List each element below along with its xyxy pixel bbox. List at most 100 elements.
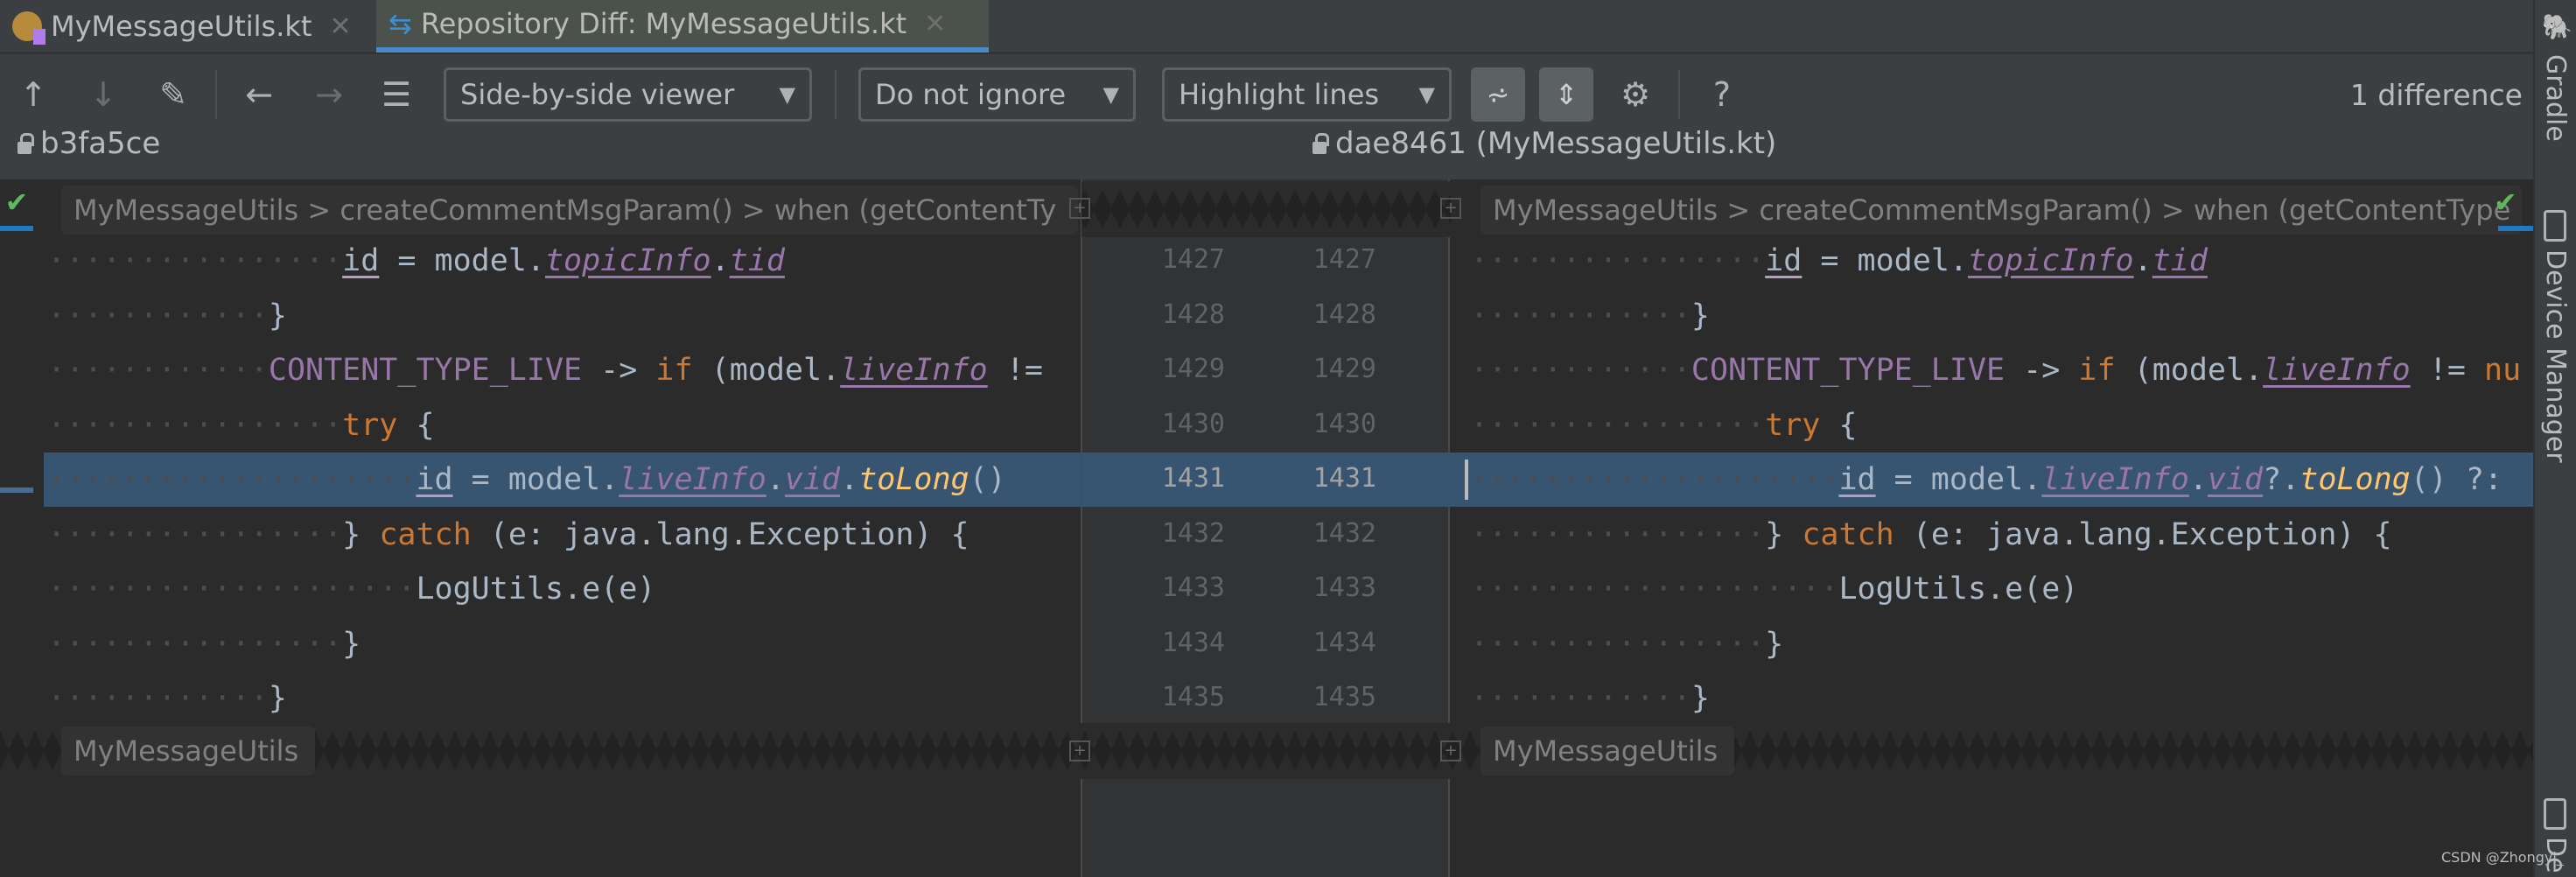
gradle-tool-window-button[interactable]: Gradle xyxy=(2540,54,2571,142)
code-token: catch xyxy=(379,516,472,552)
line-number: 1427 xyxy=(1161,244,1225,275)
next-difference-icon[interactable]: ↓ xyxy=(86,74,121,116)
right-code-line[interactable]: ············} xyxy=(1470,671,2529,726)
code-token: . xyxy=(766,462,785,497)
line-number: 1435 xyxy=(1312,682,1376,712)
left-revision-label: b3fa5ce xyxy=(40,126,161,161)
collapsed-region-separator-bottom xyxy=(0,723,2533,779)
left-revision-header: b3fa5ce xyxy=(18,126,160,161)
code-token: tid xyxy=(2152,243,2208,278)
code-token: } xyxy=(342,516,380,552)
code-token: CONTENT_TYPE_LIVE xyxy=(268,353,583,388)
whitespace-markers: ············ xyxy=(47,681,269,716)
whitespace-markers: ················ xyxy=(1470,243,1766,278)
code-token: -> xyxy=(582,353,656,388)
code-token: . xyxy=(2133,243,2152,278)
close-tab-icon[interactable]: ✕ xyxy=(924,9,946,39)
toolbar-divider xyxy=(1678,70,1680,119)
whitespace-markers: ···················· xyxy=(1470,572,1839,607)
left-code-line[interactable]: ············} xyxy=(47,671,1078,726)
whitespace-markers: ···················· xyxy=(1470,462,1839,497)
code-token: CONTENT_TYPE_LIVE xyxy=(1690,353,2006,388)
device-manager-tool-window-button[interactable]: Device Manager xyxy=(2540,249,2571,463)
left-code-line[interactable]: ···················· id = model. liveInfo.… xyxy=(47,453,1078,507)
right-code-line[interactable]: ················} xyxy=(1470,617,2529,671)
left-code-line[interactable]: ················ id = model. topicInfo. tid xyxy=(47,234,1078,288)
left-code-line[interactable]: ············ CONTENT_TYPE_LIVE -> if (mod… xyxy=(47,343,1078,397)
right-code-line[interactable]: ················} catch (e: java.lang.Ex… xyxy=(1470,508,2529,562)
help-icon[interactable]: ? xyxy=(1706,74,1738,116)
right-fold-label[interactable]: MyMessageUtils xyxy=(1480,726,1734,775)
file-list-menu-icon[interactable]: ☰ xyxy=(376,74,416,116)
viewer-mode-dropdown[interactable]: Side-by-side viewer ▼ xyxy=(444,67,812,122)
code-token: if xyxy=(2078,353,2116,388)
no-problems-check-icon: ✔ xyxy=(2494,186,2517,219)
compare-previous-file-icon[interactable]: ← xyxy=(240,74,278,116)
whitespace-markers: ················ xyxy=(1470,516,1766,552)
tab-mymessageutils[interactable]: MyMessageUtils.kt ✕ xyxy=(0,0,376,53)
code-token: LogUtils.e(e) xyxy=(1838,572,2079,607)
code-token: . xyxy=(840,462,859,497)
expand-fold-icon[interactable]: + xyxy=(1440,740,1461,761)
toolbar-divider xyxy=(215,70,217,119)
right-breadcrumb[interactable]: MyMessageUtils > createCommentMsgParam()… xyxy=(1480,186,2522,235)
left-code-line[interactable]: ············} xyxy=(47,289,1078,343)
code-token: liveInfo xyxy=(2263,353,2411,388)
left-code-line[interactable]: ················ try { xyxy=(47,398,1078,453)
right-code-line[interactable]: ················ id = model. topicInfo. tid xyxy=(1470,234,2529,288)
code-token: topicInfo xyxy=(1967,243,2134,278)
scroll-marker xyxy=(2498,226,2533,231)
expand-fold-icon[interactable]: + xyxy=(1069,198,1090,219)
lock-icon xyxy=(1312,133,1329,154)
synchronize-scrolling-toggle-icon[interactable]: ⇕ xyxy=(1539,67,1593,122)
expand-fold-icon[interactable]: + xyxy=(1069,740,1090,761)
tab-repository-diff[interactable]: ⇆ Repository Diff: MyMessageUtils.kt ✕ xyxy=(376,0,989,53)
code-token: try xyxy=(342,407,398,443)
tab-label: MyMessageUtils.kt xyxy=(51,10,312,43)
previous-difference-icon[interactable]: ↑ xyxy=(16,74,51,116)
left-code-line[interactable]: ···················· LogUtils.e(e) xyxy=(47,562,1078,616)
right-code-line[interactable]: ············ CONTENT_TYPE_LIVE -> if (mod… xyxy=(1470,343,2529,397)
code-token: tid xyxy=(729,243,785,278)
code-token: = model. xyxy=(452,462,620,497)
code-token: (model. xyxy=(692,353,841,388)
highlight-mode-dropdown[interactable]: Highlight lines ▼ xyxy=(1162,67,1452,122)
ignore-whitespace-dropdown[interactable]: Do not ignore ▼ xyxy=(858,67,1136,122)
left-breadcrumb[interactable]: MyMessageUtils > createCommentMsgParam()… xyxy=(61,186,1078,235)
expand-fold-icon[interactable]: + xyxy=(1440,198,1461,219)
code-token: } xyxy=(268,298,287,333)
whitespace-markers: ············ xyxy=(1470,298,1691,333)
watermark: CSDN @Zhongyi_ xyxy=(2441,849,2564,866)
whitespace-markers: ················ xyxy=(47,516,343,552)
close-tab-icon[interactable]: ✕ xyxy=(329,11,351,42)
line-number: 1435 xyxy=(1161,682,1225,712)
settings-gear-icon[interactable]: ⚙ xyxy=(1614,74,1656,116)
whitespace-markers: ············ xyxy=(1470,353,1691,388)
line-number: 1429 xyxy=(1161,354,1225,384)
code-token: } xyxy=(1765,516,1802,552)
whitespace-markers: ················ xyxy=(47,407,343,443)
right-code-line[interactable]: ···················· id = model. liveInfo.… xyxy=(1470,453,2529,507)
left-code-line[interactable]: ················} xyxy=(47,617,1078,671)
code-token: != xyxy=(987,353,1043,388)
chevron-down-icon: ▼ xyxy=(1418,82,1435,107)
code-token: { xyxy=(1820,407,1858,443)
edit-source-icon[interactable]: ✎ xyxy=(154,74,192,116)
code-token: id xyxy=(1765,243,1802,278)
tab-label: Repository Diff: MyMessageUtils.kt xyxy=(420,7,907,40)
right-code-line[interactable]: ···················· LogUtils.e(e) xyxy=(1470,562,2529,616)
compare-next-file-icon[interactable]: → xyxy=(310,74,348,116)
right-code-line[interactable]: ············} xyxy=(1470,289,2529,343)
right-revision-header: dae8461 (MyMessageUtils.kt) xyxy=(1312,126,1776,161)
left-code-line[interactable]: ················} catch (e: java.lang.Ex… xyxy=(47,508,1078,562)
whitespace-markers: ···················· xyxy=(47,572,416,607)
highlight-label: Highlight lines xyxy=(1179,78,1380,111)
line-number: 1432 xyxy=(1312,517,1376,549)
collapse-unchanged-toggle-icon[interactable]: ⩫ xyxy=(1471,67,1525,122)
code-token: try xyxy=(1765,407,1821,443)
left-fold-label[interactable]: MyMessageUtils xyxy=(61,726,315,775)
change-marker xyxy=(0,488,33,493)
code-token: id xyxy=(342,243,380,278)
whitespace-markers: ············ xyxy=(1470,681,1691,716)
right-code-line[interactable]: ················ try { xyxy=(1470,398,2529,453)
